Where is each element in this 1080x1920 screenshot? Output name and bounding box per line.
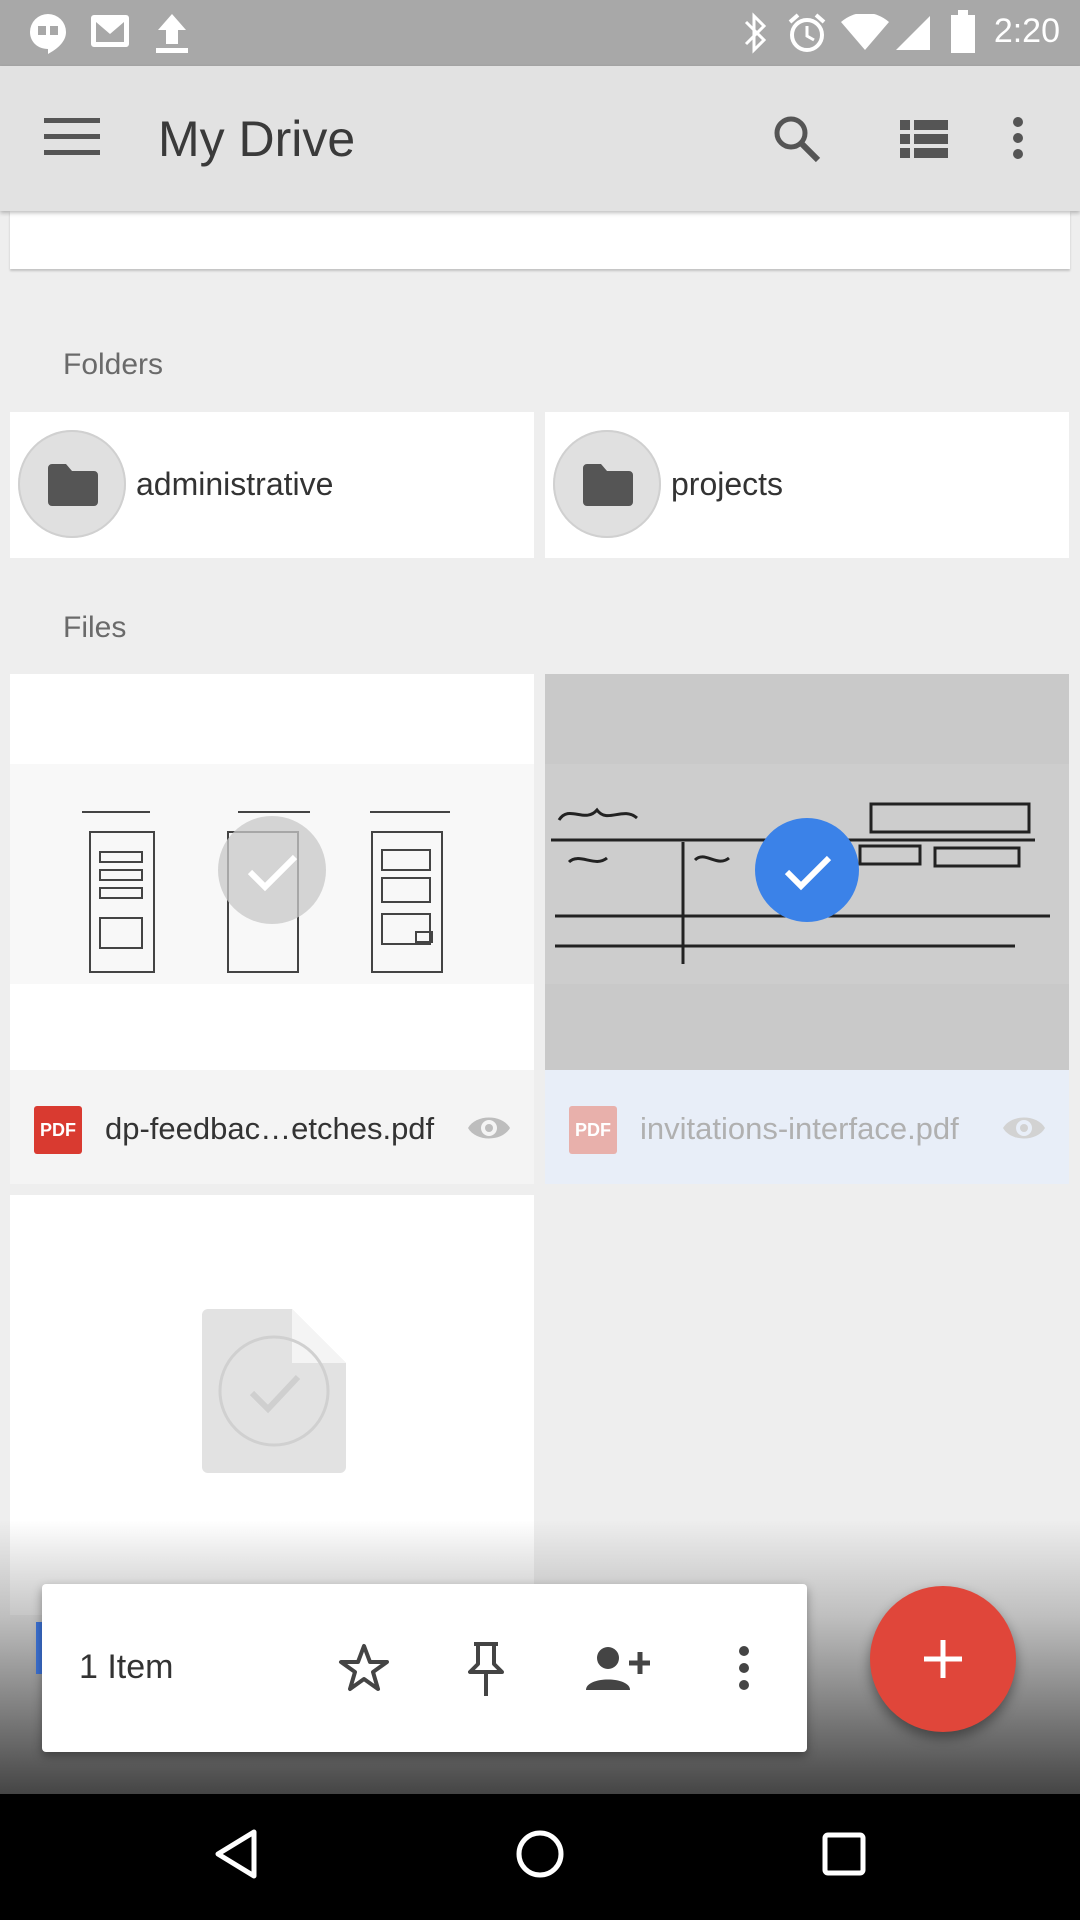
gmail-icon: [90, 14, 130, 48]
plus-icon: [922, 1638, 964, 1680]
star-icon[interactable]: [338, 1642, 390, 1694]
home-icon[interactable]: [516, 1830, 564, 1878]
selection-action-bar: 1 Item: [42, 1584, 807, 1752]
page-title: My Drive: [158, 111, 356, 167]
hangouts-icon: [28, 12, 68, 54]
preview-eye-icon[interactable]: [466, 1108, 512, 1148]
folder-card-administrative[interactable]: administrative: [10, 412, 534, 558]
app-bar: My Drive: [0, 66, 1080, 211]
alarm-icon: [786, 12, 828, 54]
pin-offline-icon[interactable]: [468, 1640, 504, 1698]
file-card-invitations-interface[interactable]: PDF invitations-interface.pdf: [545, 674, 1069, 1184]
folder-avatar: [553, 430, 661, 538]
folders-section-label: Folders: [63, 348, 164, 381]
back-icon[interactable]: [214, 1828, 258, 1880]
preview-eye-icon[interactable]: [1001, 1108, 1047, 1148]
add-person-icon[interactable]: [586, 1644, 650, 1692]
folder-name: projects: [671, 466, 784, 502]
search-icon[interactable]: [772, 114, 822, 164]
files-section-label: Files: [63, 611, 127, 644]
selected-check-circle[interactable]: [755, 818, 859, 922]
new-item-fab[interactable]: [870, 1586, 1016, 1732]
folder-icon: [46, 462, 100, 506]
wifi-icon: [840, 14, 890, 52]
status-bar: 2:20: [0, 0, 1080, 66]
selection-count: 1 Item: [79, 1648, 174, 1686]
file-card-dp-feedback[interactable]: PDF dp-feedbac…etches.pdf: [10, 674, 534, 1184]
more-vert-icon[interactable]: [734, 1644, 754, 1692]
file-name: dp-feedbac…etches.pdf: [105, 1111, 435, 1146]
battery-icon: [950, 10, 976, 54]
folder-icon: [581, 462, 635, 506]
file-thumbnail: [10, 674, 534, 1070]
file-footer: PDF dp-feedbac…etches.pdf: [10, 1070, 534, 1184]
document-placeholder-icon: [200, 1307, 348, 1475]
pdf-icon: PDF: [569, 1106, 617, 1154]
file-footer: PDF invitations-interface.pdf: [545, 1070, 1069, 1184]
menu-icon[interactable]: [44, 116, 100, 158]
scrolled-card: [10, 211, 1070, 269]
file-thumbnail: [545, 674, 1069, 1070]
folder-name: administrative: [136, 466, 334, 502]
status-time: 2:20: [993, 12, 1060, 50]
more-vert-icon[interactable]: [1008, 116, 1028, 160]
system-nav-bar: [0, 1794, 1080, 1920]
file-name: invitations-interface.pdf: [640, 1111, 959, 1146]
cell-signal-icon: [894, 14, 932, 52]
upload-icon: [152, 12, 192, 54]
recents-icon[interactable]: [822, 1832, 866, 1876]
folder-avatar: [18, 430, 126, 538]
folder-card-projects[interactable]: projects: [545, 412, 1069, 558]
bluetooth-icon: [740, 12, 770, 54]
pdf-icon: PDF: [34, 1106, 82, 1154]
selection-circle[interactable]: [218, 816, 326, 924]
list-view-icon[interactable]: [900, 118, 948, 160]
